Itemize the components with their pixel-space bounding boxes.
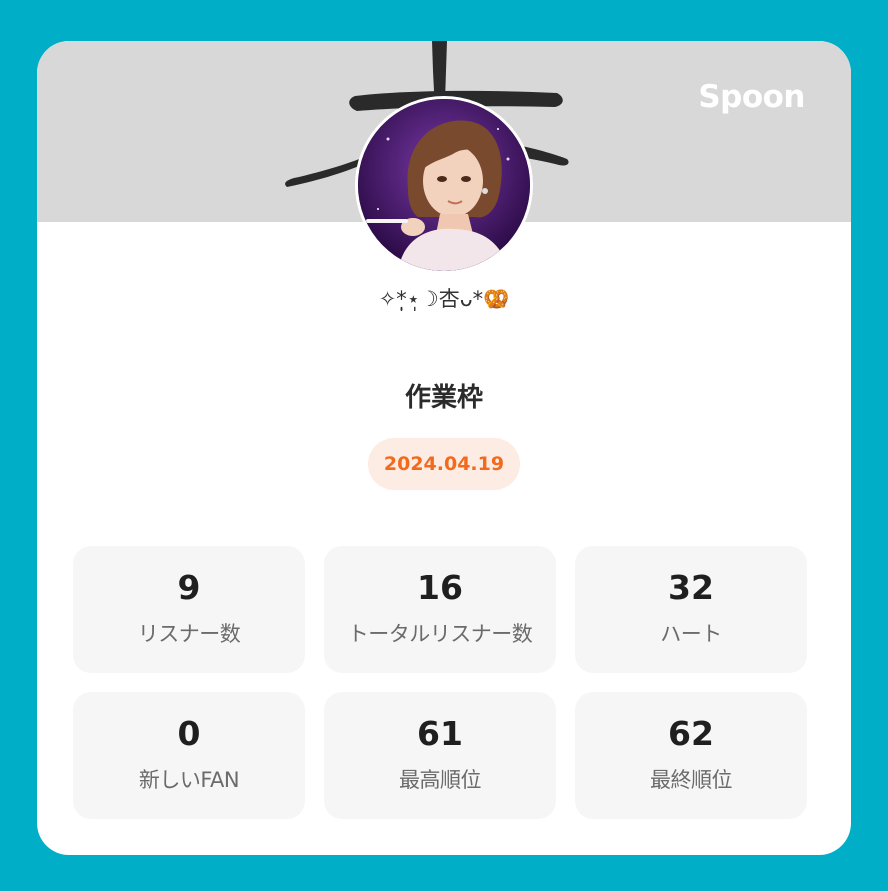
stat-label: トータルリスナー数 <box>347 622 533 646</box>
username: ✧*̣̩⋆̩☽杏ᴗ*🥨 <box>37 283 851 313</box>
stat-value: 61 <box>417 714 463 753</box>
stats-grid: 9 リスナー数 16 トータルリスナー数 32 ハート 0 新しいFAN 61 … <box>73 546 807 819</box>
stat-value: 9 <box>177 568 201 607</box>
stat-listeners: 9 リスナー数 <box>73 546 305 673</box>
stat-label: 最終順位 <box>650 768 733 792</box>
date-badge: 2024.04.19 <box>368 438 520 490</box>
stat-value: 32 <box>668 568 714 607</box>
broadcast-title: 作業枠 <box>404 383 483 413</box>
stat-total-listeners: 16 トータルリスナー数 <box>324 546 556 673</box>
summary-card: Spoon ✧*̣̩⋆̩☽杏ᴗ*🥨 作業枠 2024.04.19 9 リスナー数… <box>37 41 851 855</box>
stat-label: リスナー数 <box>137 622 241 646</box>
stat-final-rank: 62 最終順位 <box>575 692 807 819</box>
avatar <box>355 96 533 274</box>
avatar-illustration <box>358 99 530 271</box>
username-text: ✧*̣̩⋆̩☽杏ᴗ* <box>378 287 484 311</box>
spoon-logo: Spoon <box>698 79 805 115</box>
stat-label: 新しいFAN <box>138 768 240 792</box>
stat-label: ハート <box>660 622 722 646</box>
stat-value: 62 <box>668 714 714 753</box>
stat-hearts: 32 ハート <box>575 546 807 673</box>
pretzel-emoji: 🥨 <box>483 287 510 311</box>
stat-new-fans: 0 新しいFAN <box>73 692 305 819</box>
stat-value: 0 <box>177 714 201 753</box>
stat-label: 最高順位 <box>399 768 482 792</box>
stat-best-rank: 61 最高順位 <box>324 692 556 819</box>
stat-value: 16 <box>417 568 463 607</box>
